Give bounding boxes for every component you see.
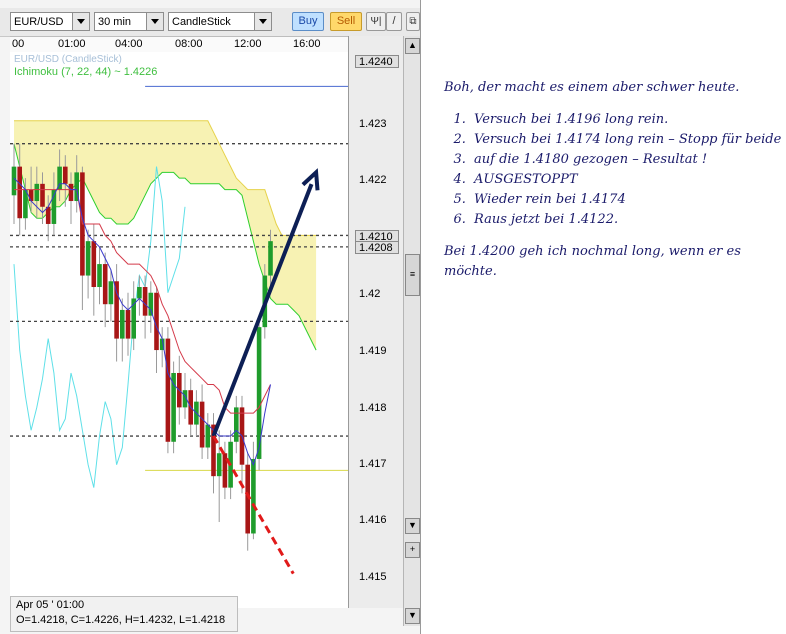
candle-body (120, 309, 125, 339)
candle-body (17, 166, 22, 219)
ohlc-status-box: Apr 05 ' 01:00 O=1.4218, C=1.4226, H=1.4… (10, 596, 238, 632)
symbol-select[interactable]: EUR/USD (10, 12, 90, 31)
price-axis[interactable]: 1.4240 1.423 1.422 1.4210 1.4208 1.42 1.… (348, 36, 404, 608)
candle-body (34, 183, 40, 202)
x-tick-label: 16:00 (293, 38, 321, 50)
candle-body (165, 338, 171, 442)
y-tick-label: 1.416 (359, 514, 387, 526)
candle-body (108, 281, 114, 305)
status-date: Apr 05 ' 01:00 (16, 599, 85, 611)
price-badge-top: 1.4240 (355, 55, 399, 68)
y-tick-label: 1.423 (359, 118, 387, 130)
y-tick-label: 1.415 (359, 571, 387, 583)
ichimoku-label: Ichimoku (7, 22, 44) ~ 1.4226 (14, 66, 158, 78)
candle-body (40, 183, 45, 207)
candle-body (171, 372, 176, 442)
notes-list: Versuch bei 1.4196 long rein. Versuch be… (444, 110, 784, 230)
timeframe-select[interactable]: 30 min (94, 12, 164, 31)
chart-type-value: CandleStick (172, 16, 231, 28)
scroll-end-icon[interactable]: ▼ (405, 608, 420, 624)
scroll-down-icon[interactable]: ▼ (405, 518, 420, 534)
candle-body (125, 309, 131, 339)
scroll-thumb[interactable]: ≡ (405, 254, 420, 296)
plot-area[interactable]: EUR/USD (CandleStick) Ichimoku (7, 22, 4… (10, 52, 348, 608)
chart-toolbar: EUR/USD 30 min CandleStick Buy Sell Ψ| /… (0, 8, 420, 37)
chevron-down-icon[interactable] (72, 13, 89, 30)
line-tool-icon[interactable]: / (386, 12, 402, 31)
chevron-down-icon[interactable] (254, 13, 271, 30)
symbol-value: EUR/USD (14, 16, 64, 28)
window-tool-icon[interactable]: ⧉ (406, 12, 420, 31)
notes-item: AUSGESTOPPT (470, 170, 784, 190)
notes-item: auf die 1.4180 gezogen – Resultat ! (470, 150, 784, 170)
candle-body (68, 183, 74, 202)
notes-outro: Bei 1.4200 geh ich nochmal long, wenn er… (444, 244, 741, 279)
notes-item: Versuch bei 1.4196 long rein. (470, 110, 784, 130)
candle-body (28, 189, 34, 202)
candle-body (216, 453, 222, 477)
candle-body (205, 424, 211, 448)
notes-item: Wieder rein bei 1.4174 (470, 190, 784, 210)
notes-item: Raus jetzt bei 1.4122. (470, 210, 784, 230)
y-tick-label: 1.419 (359, 345, 387, 357)
x-tick-label: 08:00 (175, 38, 203, 50)
candle-body (63, 166, 68, 184)
price-badge: 1.4208 (355, 241, 399, 254)
y-tick-label: 1.42 (359, 288, 381, 300)
series-label: EUR/USD (CandleStick) (14, 54, 122, 65)
chevron-down-icon[interactable] (146, 13, 163, 30)
x-tick-label: 04:00 (115, 38, 143, 50)
scroll-up-icon[interactable]: ▲ (405, 38, 420, 54)
x-tick-label: 12:00 (234, 38, 262, 50)
timeframe-value: 30 min (98, 16, 132, 28)
x-tick-label: 01:00 (58, 38, 86, 50)
candle-body (91, 241, 97, 288)
notes-intro: Boh, der macht es einem aber schwer heut… (444, 80, 740, 95)
candle-body (268, 241, 273, 276)
candle-body (234, 407, 239, 442)
candle-body (114, 281, 119, 339)
candle-body (11, 166, 17, 196)
status-ohlc: O=1.4218, C=1.4226, H=1.4232, L=1.4218 (16, 614, 226, 626)
sell-button[interactable]: Sell (330, 12, 362, 31)
candle-body (102, 264, 108, 305)
buy-button[interactable]: Buy (292, 12, 324, 31)
candle-body (137, 287, 142, 299)
chart-type-select[interactable]: CandleStick (168, 12, 272, 31)
x-tick-label: 00 (12, 38, 25, 50)
vertical-scrollbar[interactable]: ▲ ≡ ▼ + ▼ (403, 36, 420, 626)
candle-body (97, 264, 102, 288)
candle-body (45, 206, 51, 224)
candle-body (85, 241, 91, 276)
notes-item: Versuch bei 1.4174 long rein – Stopp für… (470, 130, 784, 150)
indicator-tool-icon[interactable]: Ψ| (366, 12, 386, 31)
y-tick-label: 1.417 (359, 458, 387, 470)
candle-body (251, 458, 256, 534)
trade-notes: Boh, der macht es einem aber schwer heut… (444, 78, 784, 282)
chart-window: EUR/USD 30 min CandleStick Buy Sell Ψ| /… (0, 0, 421, 634)
candle-body (148, 292, 154, 316)
candle-body (222, 453, 228, 488)
candlestick-chart (10, 85, 348, 575)
candle-body (199, 401, 205, 448)
y-tick-label: 1.418 (359, 402, 387, 414)
candle-body (142, 287, 148, 316)
zoom-in-icon[interactable]: + (405, 542, 420, 558)
y-tick-label: 1.422 (359, 174, 387, 186)
